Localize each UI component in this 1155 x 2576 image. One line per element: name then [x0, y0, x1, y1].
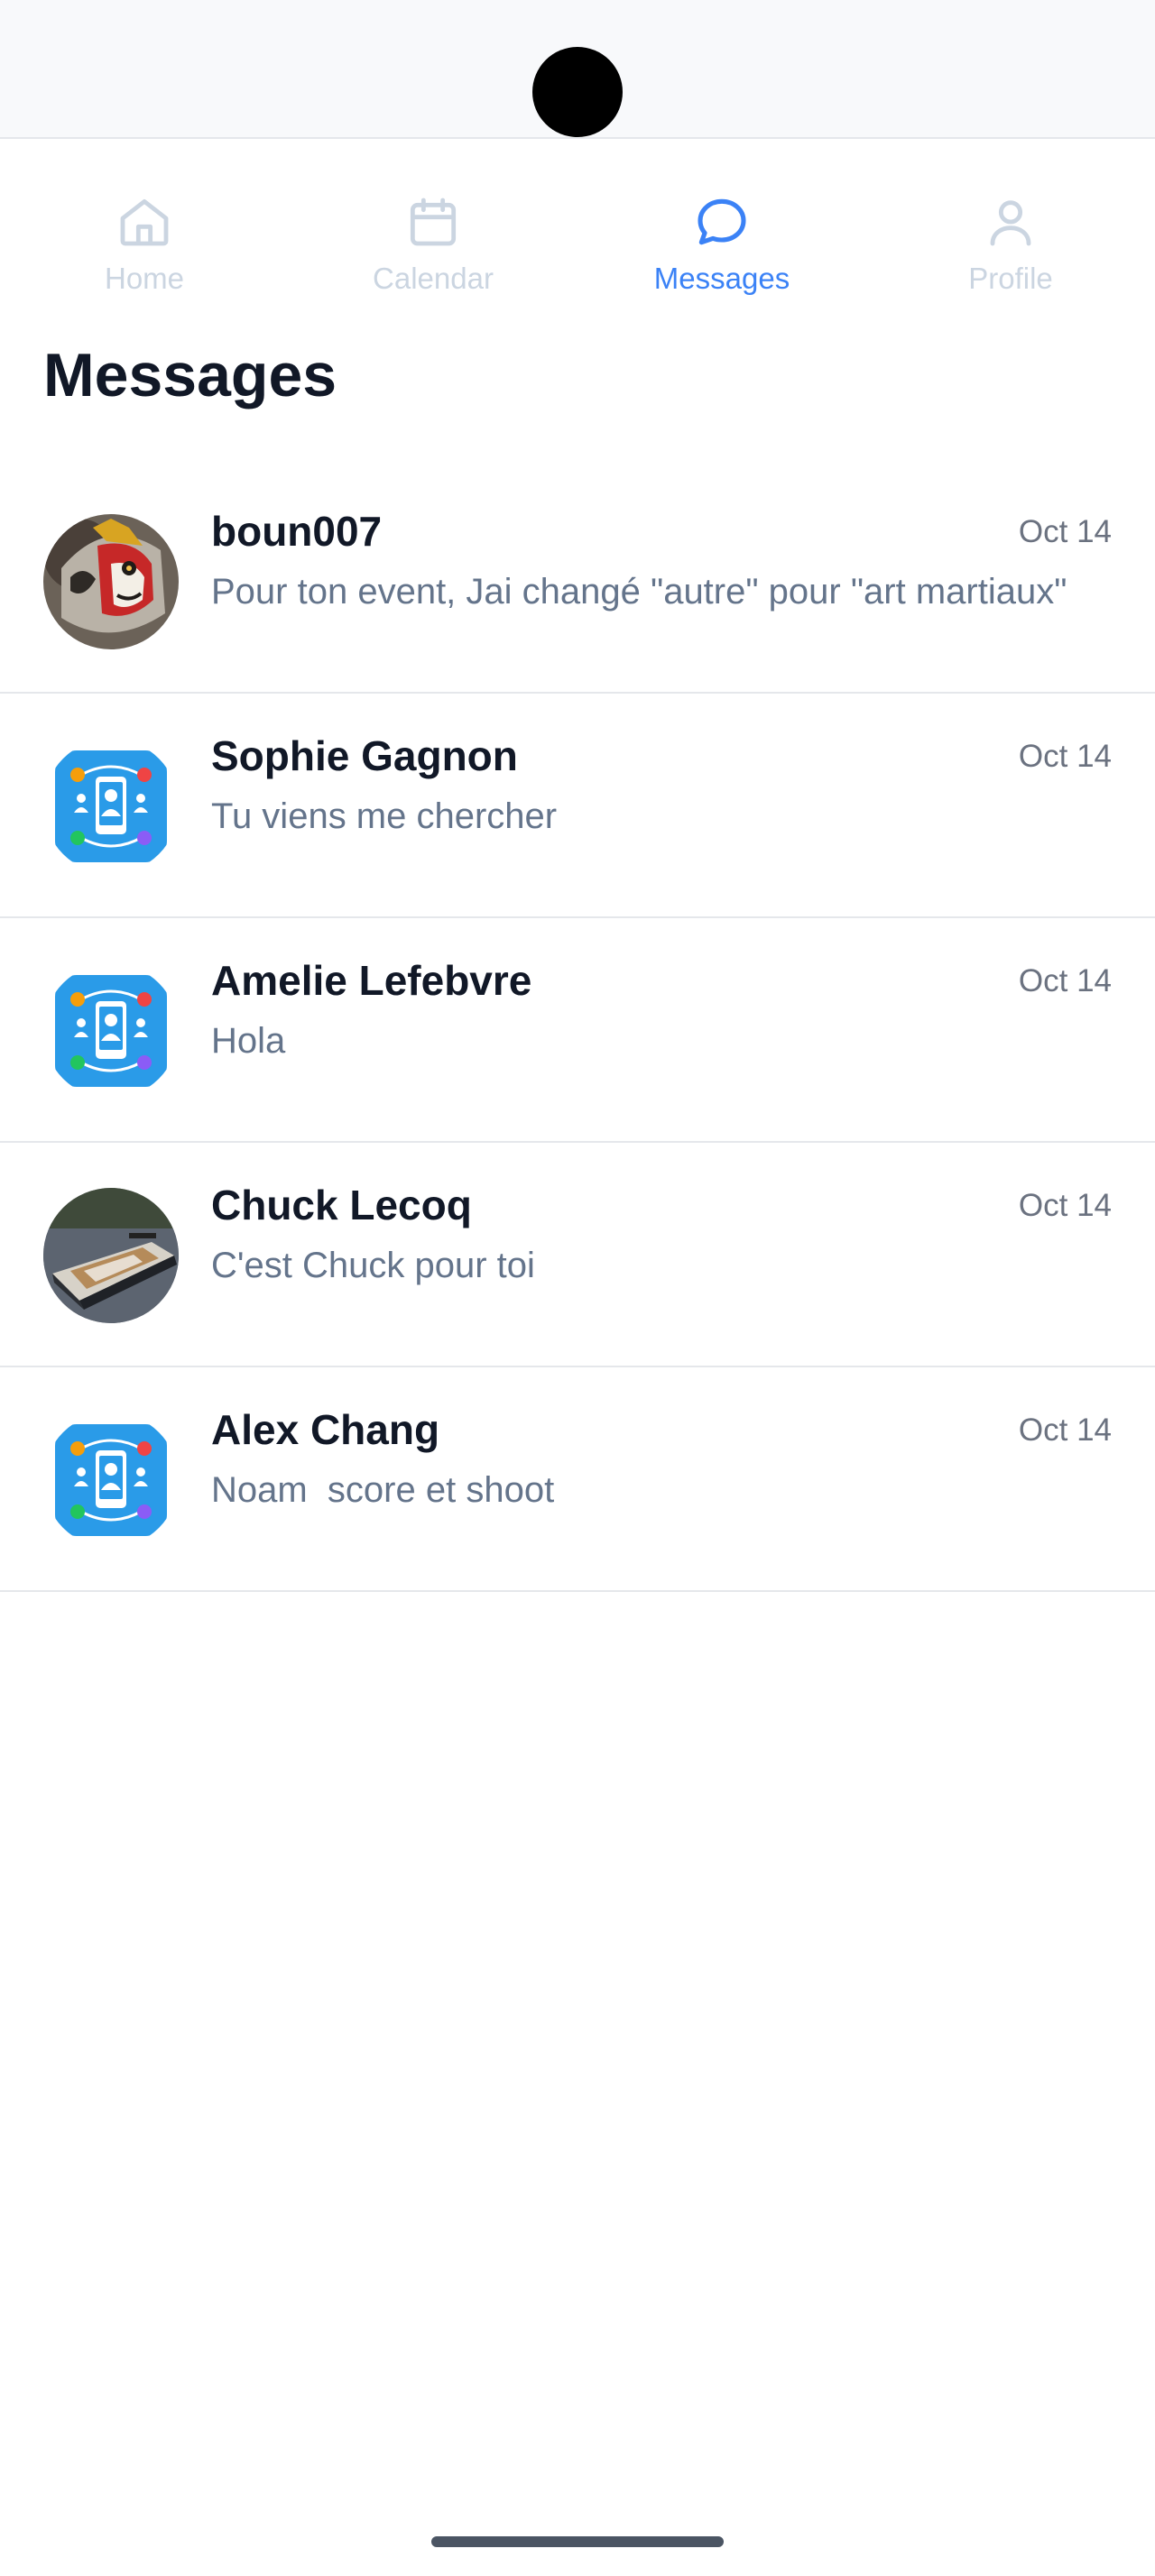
avatar[interactable] [43, 739, 179, 874]
message-date: Oct 14 [1018, 739, 1112, 774]
app-logo-icon [43, 1412, 179, 1548]
avatar[interactable] [43, 1188, 179, 1323]
user-icon [990, 200, 1031, 246]
home-indicator[interactable] [431, 2536, 724, 2547]
message-preview: C'est Chuck pour toi [211, 1246, 535, 1285]
page-title: Messages [43, 341, 337, 409]
message-preview: Tu viens me chercher [211, 796, 558, 836]
tab-messages[interactable]: Messages [578, 139, 866, 319]
contact-name: Chuck Lecoq [211, 1182, 472, 1228]
tab-calendar[interactable]: Calendar [289, 139, 578, 319]
home-icon [120, 198, 169, 246]
tab-profile[interactable]: Profile [866, 139, 1155, 319]
contact-name: Alex Chang [211, 1406, 440, 1453]
avatar[interactable] [43, 1412, 179, 1548]
avatar[interactable] [43, 963, 179, 1099]
message-date: Oct 14 [1018, 514, 1112, 549]
message-date: Oct 14 [1018, 963, 1112, 998]
conversation-list: boun007 Oct 14 Pour ton event, Jai chang… [0, 469, 1155, 1592]
front-camera-cutout [532, 47, 623, 137]
message-date: Oct 14 [1018, 1188, 1112, 1223]
avatar[interactable] [43, 514, 179, 649]
contact-name: Amelie Lefebvre [211, 957, 532, 1004]
conversation-item[interactable]: Amelie Lefebvre Oct 14 Hola [0, 918, 1155, 1143]
mask-avatar-image [43, 514, 179, 649]
message-preview: Hola [211, 1021, 286, 1061]
app-logo-icon [43, 739, 179, 874]
message-date: Oct 14 [1018, 1412, 1112, 1448]
calendar-icon [410, 198, 457, 246]
top-tab-bar: Home Calendar Messages Profile [0, 139, 1155, 319]
tab-profile-label: Profile [968, 262, 1053, 295]
contact-name: boun007 [211, 508, 383, 555]
tab-calendar-label: Calendar [373, 262, 494, 295]
chat-bubble-icon [698, 198, 746, 245]
contact-name: Sophie Gagnon [211, 732, 518, 779]
conversation-item[interactable]: Alex Chang Oct 14 Noam score et shoot [0, 1367, 1155, 1592]
conversation-item[interactable]: boun007 Oct 14 Pour ton event, Jai chang… [0, 469, 1155, 694]
message-preview: Noam score et shoot [211, 1470, 555, 1510]
status-bar [0, 0, 1155, 139]
tab-home-label: Home [104, 262, 185, 295]
tab-messages-label: Messages [653, 262, 790, 295]
tab-home[interactable]: Home [0, 139, 289, 319]
message-preview: Pour ton event, Jai changé "autre" pour … [211, 572, 1067, 612]
app-logo-icon [43, 963, 179, 1099]
conversation-item[interactable]: Chuck Lecoq Oct 14 C'est Chuck pour toi [0, 1143, 1155, 1367]
boat-avatar-image [43, 1188, 179, 1323]
conversation-item[interactable]: Sophie Gagnon Oct 14 Tu viens me cherche… [0, 694, 1155, 918]
